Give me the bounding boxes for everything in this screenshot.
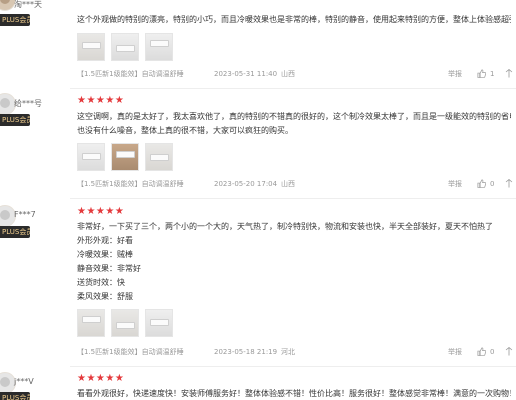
plus-member-badge: PLUS会员 xyxy=(0,14,30,26)
review-image-thumbnail[interactable] xyxy=(145,143,173,171)
report-link[interactable]: 举报 xyxy=(448,179,462,189)
review-image-thumbnail[interactable] xyxy=(111,309,139,337)
like-count: 1 xyxy=(490,70,495,78)
more-icon[interactable] xyxy=(505,69,513,78)
review-divider xyxy=(70,366,516,367)
review-date: 2023-05-20 17:04 xyxy=(214,180,278,188)
review-region: 河北 xyxy=(281,348,295,356)
review-region: 山西 xyxy=(281,70,295,78)
review-content-line: 也没有什么噪音，整体上真的很不错，大家可以疯狂的购买。 xyxy=(77,126,293,135)
thumbs-up-icon[interactable] xyxy=(477,179,486,188)
review-region: 山西 xyxy=(281,180,295,188)
review-date: 2023-05-31 11:40 xyxy=(214,70,278,78)
review-divider xyxy=(70,88,516,89)
product-spec: 【1.5匹新1级能效】自动调温舒睡 xyxy=(77,180,184,188)
attribute-appearance: 外形外观：好看 xyxy=(77,236,133,245)
review-content-line: 这空调啊，真的是太好了，我太喜欢他了，真的特别的不错真的很好的，这个制冷效果太棒… xyxy=(77,112,511,121)
review-divider xyxy=(70,198,516,199)
report-link[interactable]: 举报 xyxy=(448,69,462,79)
review-content: 这个外观做的特别的漂亮，特别的小巧，而且冷暖效果也是非常的棒，特别的静音，使用起… xyxy=(77,15,511,24)
plus-member-badge: PLUS会员 xyxy=(0,226,30,238)
like-count: 0 xyxy=(490,180,495,188)
rating-stars: ★★★★★ xyxy=(77,206,125,217)
review-image-thumbnail[interactable] xyxy=(111,33,139,61)
review-username: j***V xyxy=(14,377,34,386)
thumbs-up-icon[interactable] xyxy=(477,347,486,356)
attribute-soft-wind: 柔风效果：舒服 xyxy=(77,292,133,301)
review-username: 给***号 xyxy=(14,99,42,108)
review-username: 淘***天 xyxy=(14,0,42,9)
attribute-cooling: 冷暖效果：贼棒 xyxy=(77,250,133,259)
plus-member-badge: PLUS会员 xyxy=(0,114,30,126)
product-spec: 【1.5匹新1级能效】自动调温舒睡 xyxy=(77,348,184,356)
attribute-noise: 静音效果：非常好 xyxy=(77,264,141,273)
review-image-thumbnail[interactable] xyxy=(77,143,105,171)
review-image-thumbnail[interactable] xyxy=(77,309,105,337)
rating-stars: ★★★★★ xyxy=(77,373,125,384)
review-username: F***7 xyxy=(14,210,36,219)
review-content: 看看外观很好，快递速度快！安装师傅服务好！整体体验感不错！性价比高！服务很好！整… xyxy=(77,389,511,398)
review-image-thumbnail[interactable] xyxy=(77,33,105,61)
more-icon[interactable] xyxy=(505,347,513,356)
review-image-thumbnail[interactable] xyxy=(111,143,139,171)
thumbs-up-icon[interactable] xyxy=(477,69,486,78)
like-count: 0 xyxy=(490,348,495,356)
more-icon[interactable] xyxy=(505,179,513,188)
review-content: 非常好，一下买了三个，两个小的一个大的，天气热了，制冷特别快，物流和安装也快，半… xyxy=(77,222,493,231)
review-image-thumbnail[interactable] xyxy=(145,33,173,61)
report-link[interactable]: 举报 xyxy=(448,347,462,357)
rating-stars: ★★★★★ xyxy=(77,95,125,106)
product-spec: 【1.5匹新1级能效】自动调温舒睡 xyxy=(77,70,184,78)
review-date: 2023-05-18 21:19 xyxy=(214,348,278,356)
plus-member-badge: PLUS会员 xyxy=(0,392,30,400)
attribute-delivery: 送货时效：快 xyxy=(77,278,125,287)
review-image-thumbnail[interactable] xyxy=(145,309,173,337)
